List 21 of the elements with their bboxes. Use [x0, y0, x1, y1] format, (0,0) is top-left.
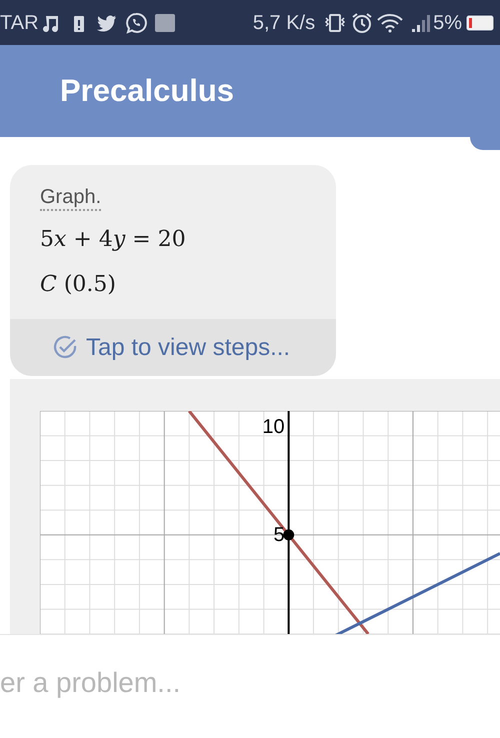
floating-button[interactable] — [470, 137, 500, 150]
axis-tick-label: 10 — [262, 417, 285, 437]
carrier-text: TAR — [0, 10, 39, 36]
battery-percent-text: 5% — [433, 10, 462, 36]
bird-icon — [96, 14, 117, 32]
vibrate-icon — [323, 12, 348, 32]
graph-point — [283, 529, 294, 540]
axis-tick-label: 5 — [274, 524, 285, 545]
message-icon — [154, 14, 175, 32]
check-circle-icon — [52, 334, 78, 360]
alarm-clock-icon — [351, 12, 374, 34]
math-expression: 5x + 4y = 20 — [40, 226, 186, 254]
problem-label: Graph. — [40, 185, 102, 211]
app-title: Precalculus — [60, 72, 234, 110]
wifi-icon — [377, 12, 404, 32]
view-steps-button[interactable]: Tap to view steps... — [10, 319, 336, 376]
problem-input[interactable]: er a problem... — [0, 662, 500, 712]
phone-bubble-icon — [124, 12, 147, 34]
math-expression: C (0.5) — [40, 271, 116, 299]
network-speed-text: 5,7 K/s — [252, 10, 316, 36]
battery-icon — [466, 14, 496, 30]
